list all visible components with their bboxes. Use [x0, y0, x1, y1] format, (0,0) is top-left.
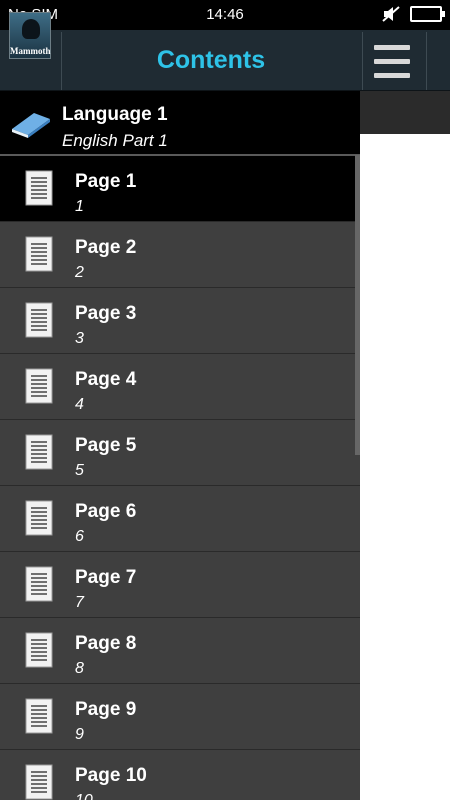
list-item-subtitle: 8: [75, 660, 84, 677]
page-title: Contents: [156, 46, 266, 74]
drawer-header-subtitle: English Part 1: [62, 131, 168, 150]
drawer-scrollbar[interactable]: [355, 155, 360, 455]
document-icon: [25, 434, 53, 470]
list-item-title: Page 6: [75, 501, 137, 522]
list-item[interactable]: Page 10 10: [0, 750, 360, 800]
list-item[interactable]: Page 7 7: [0, 552, 360, 618]
list-item-title: Page 2: [75, 237, 137, 258]
status-icons: [382, 6, 445, 22]
list-item[interactable]: Page 4 4: [0, 354, 360, 420]
list-item-title: Page 9: [75, 699, 137, 720]
list-item-subtitle: 3: [75, 330, 84, 347]
navigation-drawer: Language 1 English Part 1 Page 1 1 Page …: [0, 91, 360, 800]
list-item-title: Page 5: [75, 435, 137, 456]
document-icon: [25, 632, 53, 668]
page-list: Page 1 1 Page 2 2 Page 3 3 Page 4 4 Page…: [0, 156, 360, 800]
list-item[interactable]: Page 9 9: [0, 684, 360, 750]
content-area: [360, 90, 450, 800]
document-icon: [25, 302, 53, 338]
list-item[interactable]: Page 6 6: [0, 486, 360, 552]
content-toolbar: [360, 90, 450, 134]
list-item-subtitle: 4: [75, 396, 84, 413]
list-item[interactable]: Page 3 3: [0, 288, 360, 354]
document-icon: [25, 368, 53, 404]
drawer-header-title: Language 1: [62, 104, 168, 125]
list-item-title: Page 8: [75, 633, 137, 654]
hamburger-menu-icon[interactable]: [374, 45, 410, 78]
list-item-title: Page 10: [75, 765, 147, 786]
document-icon: [25, 764, 53, 800]
list-item-title: Page 1: [75, 171, 137, 192]
appbar-divider: [426, 32, 427, 90]
list-item-subtitle: 5: [75, 462, 84, 479]
list-item-subtitle: 1: [75, 198, 84, 215]
appbar-divider: [362, 32, 363, 90]
status-bar: No SIM 14:46: [0, 0, 450, 30]
app-icon[interactable]: Mammoth: [9, 12, 51, 59]
list-item[interactable]: Page 8 8: [0, 618, 360, 684]
document-icon: [25, 698, 53, 734]
list-item-subtitle: 9: [75, 726, 84, 743]
app-icon-label: Mammoth: [10, 46, 51, 56]
list-item-title: Page 7: [75, 567, 137, 588]
document-icon: [25, 566, 53, 602]
drawer-header[interactable]: Language 1 English Part 1: [0, 91, 360, 156]
battery-icon: [410, 6, 445, 22]
list-item-subtitle: 2: [75, 264, 84, 281]
silent-mode-icon: [382, 6, 400, 22]
list-item-title: Page 4: [75, 369, 137, 390]
document-icon: [25, 170, 53, 206]
list-item-subtitle: 7: [75, 594, 84, 611]
list-item[interactable]: Page 2 2: [0, 222, 360, 288]
list-item[interactable]: Page 5 5: [0, 420, 360, 486]
list-item-subtitle: 10: [75, 792, 93, 800]
mammoth-icon: [22, 19, 40, 39]
list-item-title: Page 3: [75, 303, 137, 324]
document-icon: [25, 236, 53, 272]
list-item-subtitle: 6: [75, 528, 84, 545]
book-icon: [12, 113, 50, 138]
list-item[interactable]: Page 1 1: [0, 156, 360, 222]
document-icon: [25, 500, 53, 536]
